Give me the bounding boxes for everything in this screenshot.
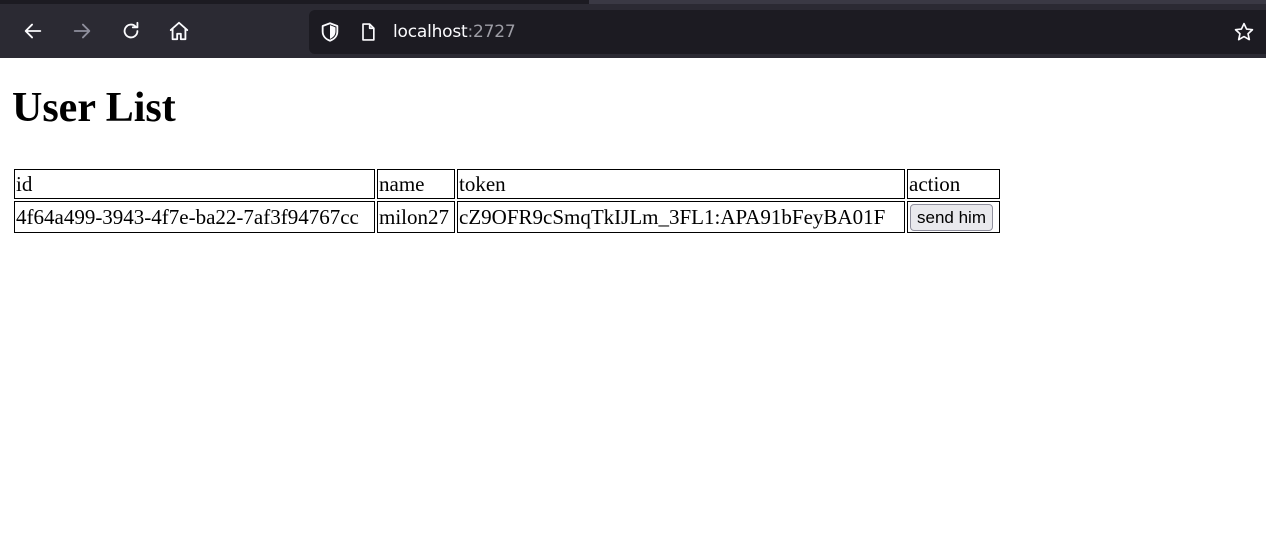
browser-toolbar: localhost:2727 bbox=[0, 0, 1266, 58]
header-name: name bbox=[377, 169, 455, 199]
home-icon bbox=[169, 21, 189, 41]
url-text[interactable]: localhost:2727 bbox=[393, 22, 516, 42]
reload-icon bbox=[123, 21, 139, 39]
back-button[interactable] bbox=[15, 13, 51, 49]
page-content: User List id name token action 4f64a499-… bbox=[0, 58, 1266, 545]
star-icon[interactable] bbox=[1233, 21, 1255, 43]
address-bar[interactable]: localhost:2727 bbox=[309, 10, 1266, 54]
cell-name: milon27 bbox=[377, 201, 455, 233]
table-header-row: id name token action bbox=[14, 169, 1000, 199]
url-host: localhost bbox=[393, 22, 468, 42]
cell-token: cZ9OFR9cSmqTkIJLm_3FL1:APA91bFeyBA01F bbox=[457, 201, 905, 233]
cell-id: 4f64a499-3943-4f7e-ba22-7af3f94767cc bbox=[14, 201, 375, 233]
user-table: id name token action 4f64a499-3943-4f7e-… bbox=[12, 167, 1002, 235]
arrow-right-icon bbox=[73, 23, 91, 39]
url-port: :2727 bbox=[467, 22, 516, 42]
home-button[interactable] bbox=[161, 13, 197, 49]
send-him-button[interactable]: send him bbox=[910, 204, 993, 231]
header-action: action bbox=[907, 169, 1000, 199]
reload-button[interactable] bbox=[113, 13, 149, 49]
arrow-left-icon bbox=[24, 23, 42, 39]
shield-icon[interactable] bbox=[319, 21, 341, 43]
table-row: 4f64a499-3943-4f7e-ba22-7af3f94767cc mil… bbox=[14, 201, 1000, 233]
forward-button[interactable] bbox=[64, 13, 100, 49]
page-title: User List bbox=[12, 85, 176, 131]
page-icon[interactable] bbox=[357, 21, 379, 43]
header-token: token bbox=[457, 169, 905, 199]
cell-action: send him bbox=[907, 201, 1000, 233]
tab-strip-edge bbox=[589, 0, 1266, 4]
header-id: id bbox=[14, 169, 375, 199]
